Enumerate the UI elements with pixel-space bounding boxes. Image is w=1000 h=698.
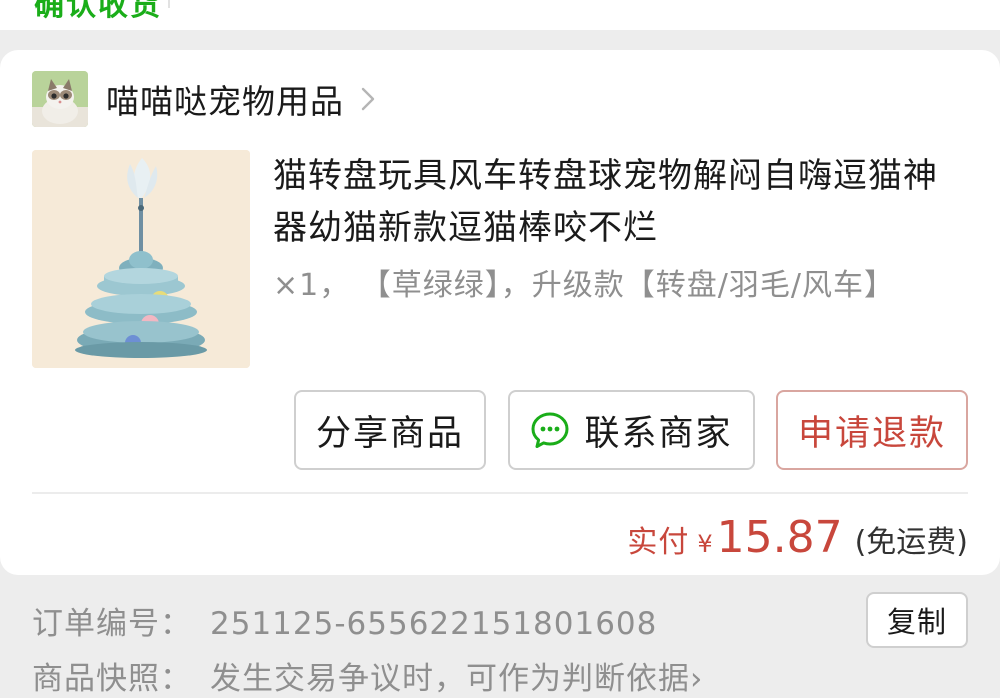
order-number-label: 订单编号： xyxy=(32,606,192,642)
product-image[interactable] xyxy=(32,150,250,368)
paid-currency: ¥ xyxy=(697,530,713,558)
snapshot-value: 发生交易争议时，可作为判断依据 xyxy=(210,661,690,697)
shop-name[interactable]: 喵喵哒宠物用品 xyxy=(106,75,344,123)
previous-section-card: 确认收货 xyxy=(0,0,1000,30)
paid-label: 实付 xyxy=(627,525,690,560)
previous-section-text: 确认收货 xyxy=(34,0,162,23)
snapshot-row[interactable]: 商品快照： 发生交易争议时，可作为判断依据› xyxy=(32,653,703,698)
product-spec: ×1， 【草绿绿】，升级款【转盘/羽毛/风车】 xyxy=(273,268,895,303)
snapshot-label: 商品快照： xyxy=(32,661,192,697)
contact-merchant-button[interactable]: 联系商家 xyxy=(508,390,755,470)
share-product-label: 分享商品 xyxy=(315,413,464,454)
snapshot-chevron-icon[interactable]: › xyxy=(690,661,703,697)
order-number-row: 订单编号： 251125-655622151801608 xyxy=(32,598,657,643)
shop-avatar[interactable] xyxy=(32,71,88,127)
shop-header[interactable]: 喵喵哒宠物用品 xyxy=(32,70,378,128)
previous-section-divider xyxy=(168,0,170,8)
copy-button[interactable]: 复制 xyxy=(866,592,968,648)
request-refund-button[interactable]: 申请退款 xyxy=(776,390,968,470)
copy-label: 复制 xyxy=(886,605,947,639)
wechat-chat-icon xyxy=(531,412,569,448)
cat-turntable-toy-icon xyxy=(32,150,250,368)
order-number-value: 251125-655622151801608 xyxy=(210,606,658,642)
payment-summary: 实付 ¥ 15.87 (免运费) xyxy=(627,512,968,572)
divider xyxy=(32,492,968,494)
chevron-right-icon[interactable] xyxy=(358,85,378,113)
order-card: 喵喵哒宠物用品 猫转盘玩具风车转盘球宠物解闷自嗨逗猫神器幼猫新款逗猫棒咬不烂 ×… xyxy=(0,50,1000,575)
shipping-note: (免运费) xyxy=(854,525,968,560)
share-product-button[interactable]: 分享商品 xyxy=(294,390,486,470)
product-title[interactable]: 猫转盘玩具风车转盘球宠物解闷自嗨逗猫神器幼猫新款逗猫棒咬不烂 xyxy=(273,150,963,254)
request-refund-label: 申请退款 xyxy=(797,413,946,454)
paid-amount: 15.87 xyxy=(716,512,843,563)
contact-merchant-label: 联系商家 xyxy=(584,413,733,454)
cat-avatar-icon xyxy=(32,71,88,127)
